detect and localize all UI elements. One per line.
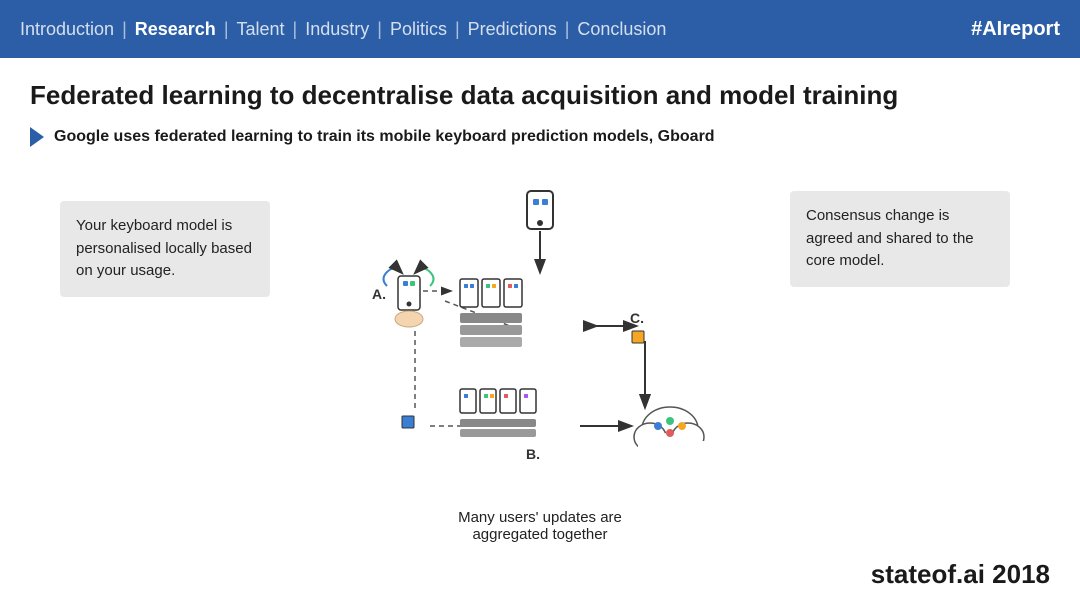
- nav-sep-1: |: [122, 19, 127, 40]
- nav-politics[interactable]: Politics: [390, 19, 447, 40]
- svg-text:B.: B.: [526, 446, 540, 462]
- callout-right: Consensus change is agreed and shared to…: [790, 191, 1010, 287]
- svg-text:C.: C.: [630, 310, 644, 326]
- nav-industry[interactable]: Industry: [305, 19, 369, 40]
- nav-sep-3: |: [293, 19, 298, 40]
- svg-text:A.: A.: [372, 286, 386, 302]
- nav-introduction[interactable]: Introduction: [20, 19, 114, 40]
- federated-learning-diagram: A. C.: [330, 171, 750, 511]
- main-content: Federated learning to decentralise data …: [0, 58, 1080, 567]
- diagram-area: Your keyboard model is personalised loca…: [30, 171, 1050, 551]
- page-title: Federated learning to decentralise data …: [30, 80, 1050, 111]
- nav-sep-5: |: [455, 19, 460, 40]
- header: Introduction | Research | Talent | Indus…: [0, 0, 1080, 58]
- nav-sep-4: |: [377, 19, 382, 40]
- triangle-icon: [30, 127, 44, 147]
- nav-talent[interactable]: Talent: [237, 19, 285, 40]
- nav-predictions[interactable]: Predictions: [468, 19, 557, 40]
- callout-left: Your keyboard model is personalised loca…: [60, 201, 270, 297]
- callout-bottom: Many users' updates are aggregated toget…: [420, 509, 660, 543]
- nav-research[interactable]: Research: [135, 19, 216, 40]
- nav-sep-2: |: [224, 19, 229, 40]
- nav-sep-6: |: [565, 19, 570, 40]
- footer-brand: stateof.ai 2018: [871, 559, 1050, 590]
- hashtag-label: #AIreport: [971, 18, 1060, 41]
- callout-bottom-text: Many users' updates are aggregated toget…: [458, 509, 622, 543]
- navigation: Introduction | Research | Talent | Indus…: [20, 19, 666, 40]
- subtitle-text: Google uses federated learning to train …: [54, 128, 715, 146]
- subtitle-row: Google uses federated learning to train …: [30, 127, 1050, 147]
- nav-conclusion[interactable]: Conclusion: [577, 19, 666, 40]
